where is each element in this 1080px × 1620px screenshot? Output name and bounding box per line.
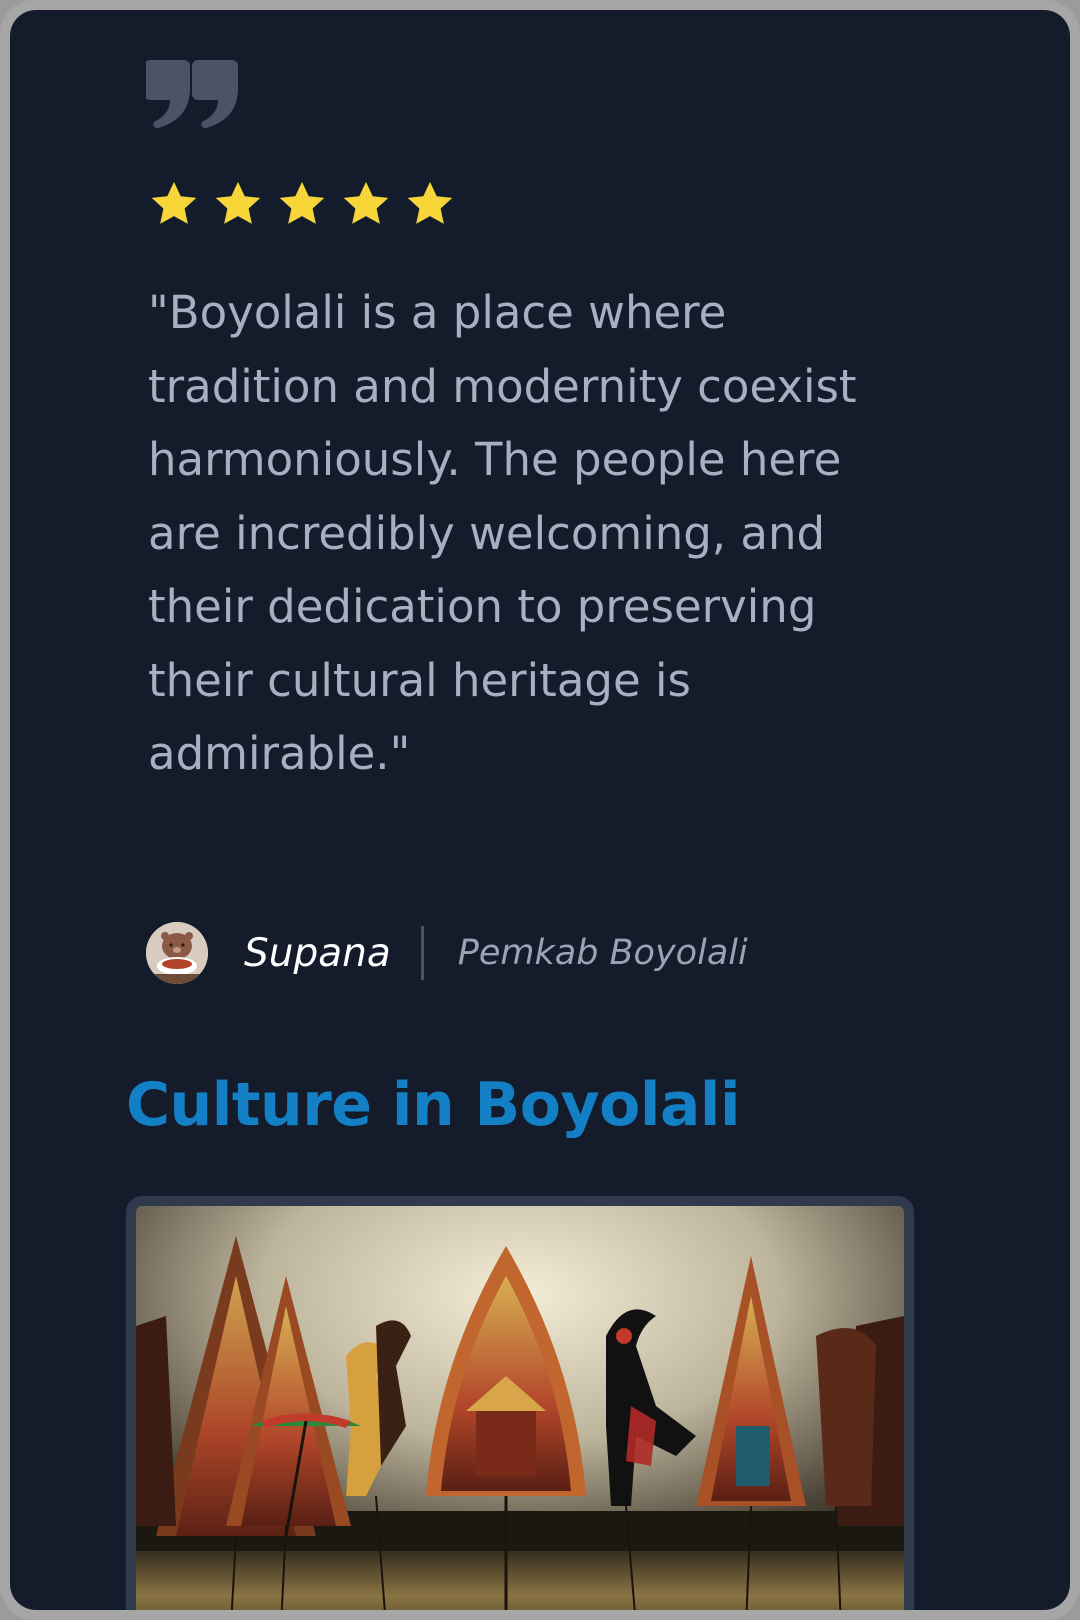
author-organization: Pemkab Boyolali: [457, 933, 748, 973]
wayang-puppets-photo: [136, 1206, 904, 1610]
author-name: Supana: [244, 930, 391, 976]
testimonial-author: Supana Pemkab Boyolali: [146, 920, 748, 986]
screen: "Boyolali is a place where tradition and…: [10, 10, 1070, 1610]
device-frame: "Boyolali is a place where tradition and…: [0, 0, 1080, 1620]
avatar: [146, 922, 208, 984]
star-rating: [148, 178, 456, 230]
star-icon: [343, 181, 389, 224]
quote-icon: [146, 60, 238, 129]
culture-card[interactable]: [126, 1196, 914, 1610]
testimonial-text: "Boyolali is a place where tradition and…: [148, 286, 857, 780]
star-icon: [279, 181, 325, 224]
star-icon: [151, 181, 197, 224]
divider: [420, 926, 424, 980]
star-icon: [407, 181, 453, 224]
star-icon: [215, 181, 261, 224]
section-title: Culture in Boyolali: [126, 1070, 741, 1140]
